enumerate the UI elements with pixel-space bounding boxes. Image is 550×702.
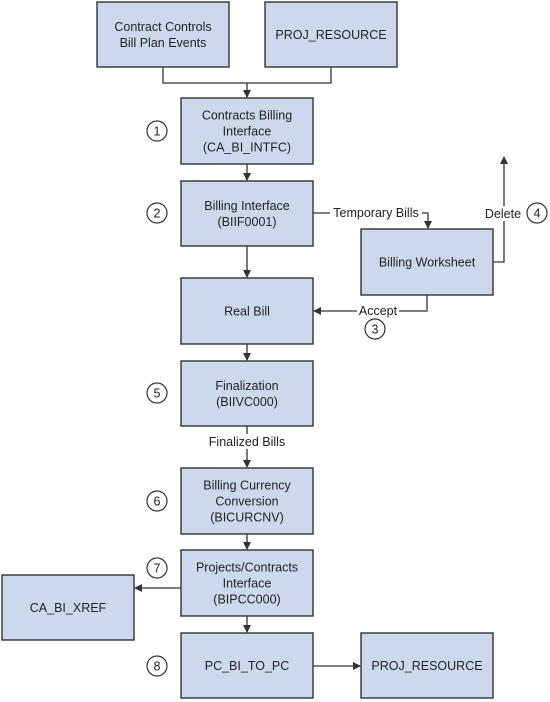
box-proj-resource-top: PROJ_RESOURCE [264,1,398,68]
box-label: (BICURCNV) [210,511,284,525]
box-shape [180,360,314,427]
box-label: Interface [223,125,272,139]
box-bipcc000: Projects/Contracts Interface (BIPCC000) [180,549,314,617]
merge-connector [162,67,332,84]
edge-label-temporary-bills: Temporary Bills [333,206,418,220]
step-marker-1: 1 [146,120,168,142]
box-label: Real Bill [224,305,270,319]
box-proj-resource-bottom: PROJ_RESOURCE [360,632,494,699]
box-label: Billing Interface [204,199,290,213]
box-shape [96,1,230,68]
box-label: (CA_BI_INTFC) [203,141,291,155]
box-label: Interface [223,577,272,591]
billing-flow-diagram: Temporary Bills Delete Accept Finalized … [1,1,548,699]
step-marker-2: 2 [146,202,168,224]
step-number: 5 [154,387,161,401]
box-label: (BIIVC000) [216,395,278,409]
step-number: 6 [154,495,161,509]
box-label: Billing Worksheet [379,256,476,270]
box-label: Bill Plan Events [120,36,207,50]
box-label: PC_BI_TO_PC [205,659,290,673]
box-biif0001: Billing Interface (BIIF0001) [180,180,314,247]
step-marker-4: 4 [526,202,548,224]
box-real-bill: Real Bill [180,277,314,345]
box-label: Conversion [215,495,278,509]
box-billing-worksheet: Billing Worksheet [360,228,494,296]
box-label: Contract Controls [114,20,211,34]
box-label: PROJ_RESOURCE [275,28,386,42]
step-marker-7: 7 [146,557,168,579]
box-label: CA_BI_XREF [30,601,107,615]
step-number: 7 [154,562,161,576]
box-label: (BIPCC000) [213,593,280,607]
edge-label-delete: Delete [485,207,521,221]
step-marker-3: 3 [364,318,386,340]
step-marker-8: 8 [146,655,168,677]
box-pc-bi-to-pc: PC_BI_TO_PC [180,632,314,699]
step-marker-5: 5 [146,382,168,404]
box-ca-bi-intfc: Contracts Billing Interface (CA_BI_INTFC) [180,97,314,165]
box-label: (BIIF0001) [217,215,276,229]
box-label: Finalization [215,379,278,393]
step-number: 3 [372,323,379,337]
box-label: Contracts Billing [202,109,292,123]
edge-label-accept: Accept [359,304,398,318]
step-marker-6: 6 [146,490,168,512]
step-number: 4 [534,207,541,221]
box-label: Billing Currency [203,479,291,493]
edge-label-finalized-bills: Finalized Bills [209,435,285,449]
box-shape [180,180,314,247]
box-bicurcnv: Billing Currency Conversion (BICURCNV) [180,467,314,535]
box-ca-bi-xref: CA_BI_XREF [1,574,135,641]
box-finalization: Finalization (BIIVC000) [180,360,314,427]
step-number: 1 [154,125,161,139]
step-number: 2 [154,207,161,221]
box-contract-controls: Contract Controls Bill Plan Events [96,1,230,68]
box-label: Projects/Contracts [196,561,298,575]
step-number: 8 [154,660,161,674]
box-label: PROJ_RESOURCE [371,659,482,673]
